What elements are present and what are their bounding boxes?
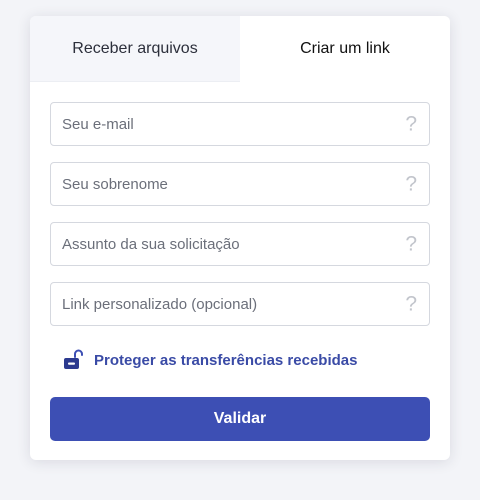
custom-link-field: ?	[50, 282, 430, 326]
subject-input[interactable]	[51, 223, 429, 265]
tab-create-link[interactable]: Criar um link	[240, 16, 450, 82]
subject-field: ?	[50, 222, 430, 266]
protect-transfers-label: Proteger as transferências recebidas	[94, 351, 358, 369]
question-mark-icon[interactable]: ?	[405, 294, 417, 315]
surname-input[interactable]	[51, 163, 429, 205]
tab-bar: Receber arquivos Criar um link	[30, 16, 450, 82]
custom-link-input[interactable]	[51, 283, 429, 325]
protect-transfers-link[interactable]: Proteger as transferências recebidas	[62, 342, 430, 378]
validate-button[interactable]: Validar	[50, 397, 430, 441]
link-form: ? ? ? ? Proteger as transferências receb…	[30, 82, 450, 441]
question-mark-icon[interactable]: ?	[405, 174, 417, 195]
surname-field: ?	[50, 162, 430, 206]
email-field: ?	[50, 102, 430, 146]
question-mark-icon[interactable]: ?	[405, 114, 417, 135]
tab-receive-files[interactable]: Receber arquivos	[30, 16, 240, 82]
question-mark-icon[interactable]: ?	[405, 234, 417, 255]
unlocked-padlock-icon	[64, 349, 83, 369]
request-form-card: Receber arquivos Criar um link ? ? ? ? P…	[30, 16, 450, 460]
email-input[interactable]	[51, 103, 429, 145]
